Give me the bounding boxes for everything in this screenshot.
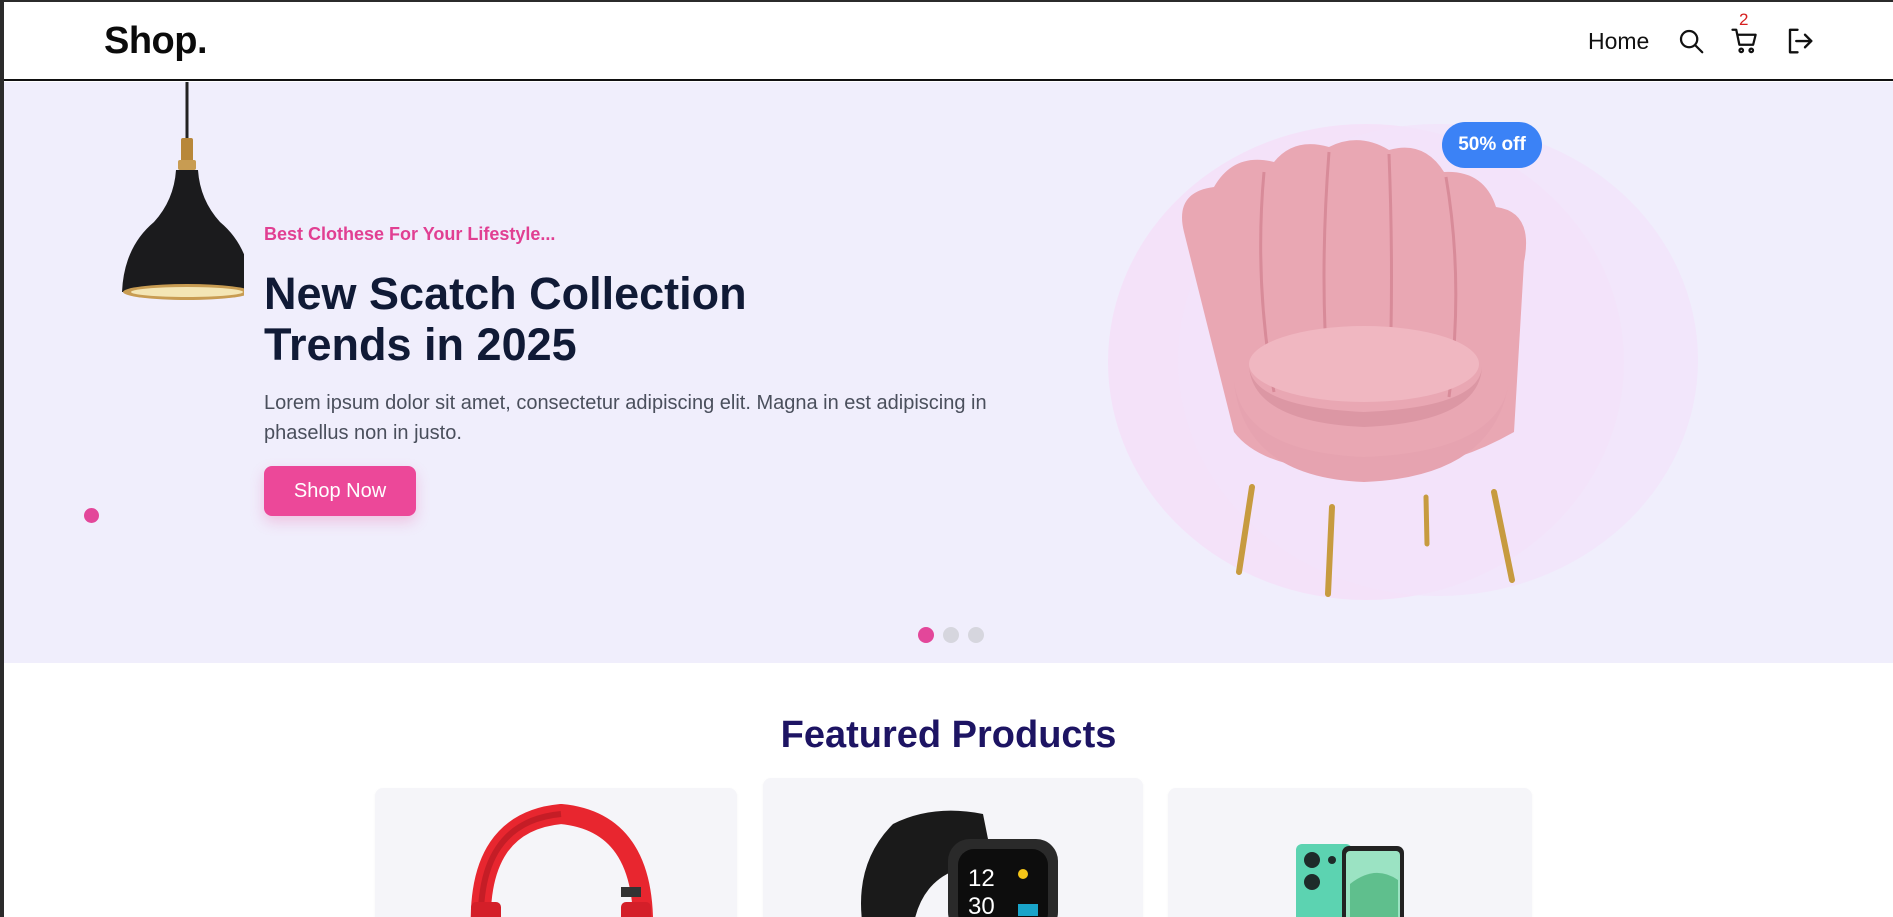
carousel-dot-3[interactable] [968,627,984,643]
product-card-headphones[interactable] [375,788,737,917]
hero-title-line1: New Scatch Collection [264,268,747,319]
shop-now-button[interactable]: Shop Now [264,466,416,516]
hero-title-line2: Trends in 2025 [264,319,577,370]
cart-icon[interactable] [1730,26,1760,56]
featured-products-title: Featured Products [780,714,1117,756]
svg-text:30: 30 [968,893,995,917]
decorative-dot [84,508,99,523]
logout-icon[interactable] [1785,26,1815,56]
hero-description: Lorem ipsum dolor sit amet, consectetur … [264,392,987,444]
carousel-dot-1[interactable] [918,627,934,643]
carousel-dot-2[interactable] [943,627,959,643]
hero-banner: Best Clothese For Your Lifestyle... New … [4,82,1893,663]
carousel-dots [918,627,984,643]
green-smartphone-image [1296,844,1404,917]
site-header: Shop. Home 2 [4,2,1893,81]
product-card-smartwatch[interactable]: 12 30 [763,778,1143,917]
pendant-lamp-image [122,82,244,300]
search-icon[interactable] [1676,26,1706,56]
discount-badge: 50% off [1442,122,1542,168]
hero-title: New Scatch Collection Trends in 2025 [264,268,964,370]
logo[interactable]: Shop. [104,20,208,63]
hero-tagline: Best Clothese For Your Lifestyle... [264,224,556,244]
pink-armchair-image [1182,140,1527,597]
svg-text:12: 12 [968,865,995,892]
nav-home-link[interactable]: Home [1588,28,1649,55]
product-card-smartphone[interactable] [1168,788,1532,917]
black-smartwatch-image: 12 30 [861,810,1058,917]
page: Shop. Home 2 Best Clothese For Your Life… [4,2,1893,917]
red-headphones-image [470,803,653,917]
